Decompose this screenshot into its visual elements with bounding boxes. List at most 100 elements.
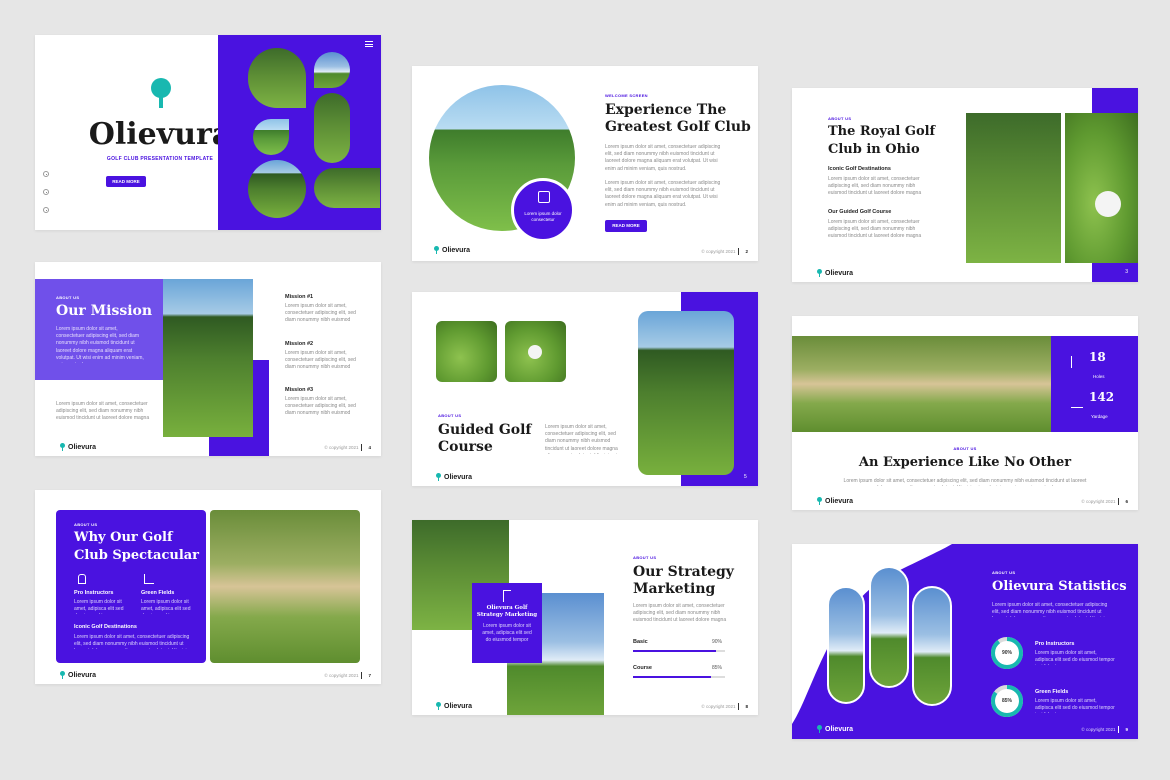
spectacular-title-1: Why Our Golf	[74, 530, 173, 545]
strategy-kicker: ABOUT US	[633, 555, 657, 560]
photo-two-golfers	[163, 279, 253, 437]
spectacular-title-2: Club Spectacular	[74, 548, 200, 563]
guided-title-1: Guided Golf	[438, 422, 532, 438]
slide-5-guided[interactable]: ABOUT US Guided Golf Course Lorem ipsum …	[412, 292, 758, 486]
photo-pill-2	[869, 566, 909, 688]
footer-logo: Olievura	[817, 269, 853, 277]
photo-pill-3	[912, 586, 952, 706]
mission-3-body: Lorem ipsum dolor sit amet, consectetuer…	[285, 396, 358, 418]
mission-card-body: Lorem ipsum dolor sit amet, consectetuer…	[56, 326, 144, 363]
welcome-kicker: WELCOME SCREEN	[605, 93, 648, 98]
slide-8-strategy[interactable]: Olievura Golf Strategy Marketing Lorem i…	[412, 520, 758, 715]
royal-body-2: Lorem ipsum dolor sit amet, consectetuer…	[828, 219, 926, 241]
pin-icon	[436, 473, 441, 481]
footer-logo: Olievura	[60, 443, 96, 451]
slide-9-statistics[interactable]: ABOUT US Olievura Statistics Lorem ipsum…	[792, 544, 1138, 739]
guided-title-2: Course	[438, 439, 493, 455]
page-number: 5	[744, 474, 747, 480]
bar-1-track	[633, 650, 725, 652]
strategy-title-2: Marketing	[633, 581, 716, 597]
nav-dot-3[interactable]	[43, 207, 49, 213]
mission-title: Our Mission	[56, 303, 153, 319]
logo-pin-icon	[151, 78, 171, 108]
pin-icon	[817, 269, 822, 277]
photo-golfer-swing	[248, 48, 306, 108]
stat-1-body: Lorem ipsum dolor sit amet, adipisca eli…	[1035, 650, 1115, 665]
footer-logo: Olievura	[817, 725, 853, 733]
mission-kicker: ABOUT US	[56, 295, 80, 300]
footer-copyright: © copyright 2021 8	[701, 703, 748, 710]
read-more-button-2[interactable]: READ MORE	[605, 220, 647, 232]
fields-icon	[144, 574, 154, 584]
spectacular-card: ABOUT US Why Our Golf Club Spectacular P…	[56, 510, 206, 663]
spectacular-sub-body: Lorem ipsum dolor sit amet, consectetuer…	[74, 634, 190, 649]
slide-6-experience[interactable]: 18 Holes 142 Yardage ABOUT US An Experie…	[792, 316, 1138, 510]
page-number: 3	[1125, 269, 1128, 275]
photo-pill-1	[827, 586, 865, 704]
strategy-card: Olievura Golf Strategy Marketing Lorem i…	[472, 583, 542, 663]
feature-2-body: Lorem ipsum dolor sit amet, adipisca eli…	[141, 599, 191, 614]
statistics-title: Olievura Statistics	[992, 579, 1127, 594]
bar-2-fill	[633, 676, 712, 678]
stat-2-value: 85%	[1001, 698, 1012, 704]
footer-copyright: © copyright 2021 6	[1081, 498, 1128, 505]
welcome-body-2: Lorem ipsum dolor sit amet, consectetuer…	[605, 180, 721, 208]
nav-dot-1[interactable]	[43, 171, 49, 177]
hamburger-icon[interactable]	[365, 41, 373, 47]
footer-copyright: © copyright 2021 7	[324, 672, 371, 679]
photo-bunker-landscape	[792, 336, 1051, 432]
photo-golfer-tall	[314, 93, 350, 163]
stat-1-value: 90%	[1001, 650, 1012, 656]
feature-1-body: Lorem ipsum dolor sit amet, adipisca eli…	[74, 599, 124, 614]
photo-golfer-bunker	[210, 510, 360, 663]
badge-text: Lorem ipsum dolor consectetur	[524, 211, 562, 222]
stat-2-label: Green Fields	[1035, 689, 1069, 695]
spectacular-kicker: ABOUT US	[74, 522, 98, 527]
trophy-icon	[538, 191, 550, 203]
strategy-card-title-2: Strategy Marketing	[476, 612, 538, 618]
strategy-card-body: Lorem ipsum dolor sit amet, adipisca eli…	[482, 623, 532, 645]
stat-2-body: Lorem ipsum dolor sit amet, adipisca eli…	[1035, 698, 1115, 713]
photo-golfer-young	[253, 119, 289, 155]
bar-2-value: 85%	[712, 665, 723, 671]
strategy-title-1: Our Strategy	[633, 564, 734, 580]
mission-card: ABOUT US Our Mission Lorem ipsum dolor s…	[35, 279, 163, 380]
pin-icon	[436, 702, 441, 710]
read-more-button[interactable]: READ MORE	[106, 176, 146, 187]
experience-stats-panel: 18 Holes 142 Yardage	[1051, 336, 1138, 432]
holes-label: Holes	[1093, 374, 1105, 379]
royal-sub-1: Iconic Golf Destinations	[828, 166, 891, 172]
experience-body: Lorem ipsum dolor sit amet, consectetuer…	[843, 478, 1087, 486]
instructor-icon	[78, 574, 86, 584]
guided-kicker: ABOUT US	[438, 413, 462, 418]
slide-3-royal[interactable]: ABOUT US The Royal Golf Club in Ohio Ico…	[792, 88, 1138, 282]
yardage-icon	[1071, 398, 1083, 408]
photo-golf-lesson	[966, 113, 1061, 263]
royal-sub-2: Our Guided Golf Course	[828, 209, 892, 215]
mission-3-heading: Mission #3	[285, 387, 314, 393]
pin-icon	[434, 246, 439, 254]
strategy-card-title-1: Olievura Golf	[486, 605, 528, 611]
nav-dot-2[interactable]	[43, 189, 49, 195]
pin-icon	[60, 671, 65, 679]
bar-1-fill	[633, 650, 716, 652]
slide-7-spectacular[interactable]: ABOUT US Why Our Golf Club Spectacular P…	[35, 490, 381, 684]
bar-1-value: 90%	[712, 639, 723, 645]
slide-2-welcome[interactable]: Lorem ipsum dolor consectetur WELCOME SC…	[412, 66, 758, 261]
welcome-title-1: Experience The	[605, 102, 727, 118]
experience-title: An Experience Like No Other	[858, 455, 1072, 470]
footer-logo: Olievura	[60, 671, 96, 679]
footer-logo: Olievura	[817, 497, 853, 505]
experience-kicker: ABOUT US	[953, 446, 977, 451]
slide-4-mission[interactable]: ABOUT US Our Mission Lorem ipsum dolor s…	[35, 262, 381, 456]
bar-2-label: Course	[633, 665, 652, 671]
royal-title-1: The Royal Golf	[828, 124, 936, 139]
slide-1-cover[interactable]: Olievura GOLF CLUB PRESENTATION TEMPLATE…	[35, 35, 381, 230]
footer-logo: Olievura	[436, 473, 472, 481]
footer-copyright: © copyright 2021 4	[324, 444, 371, 451]
photo-golf-ball	[1065, 113, 1138, 263]
photo-putting-green	[436, 321, 497, 382]
photo-woman-golfer	[638, 311, 734, 475]
statistics-kicker: ABOUT US	[992, 570, 1016, 575]
mission-1-body: Lorem ipsum dolor sit amet, consectetuer…	[285, 303, 358, 325]
